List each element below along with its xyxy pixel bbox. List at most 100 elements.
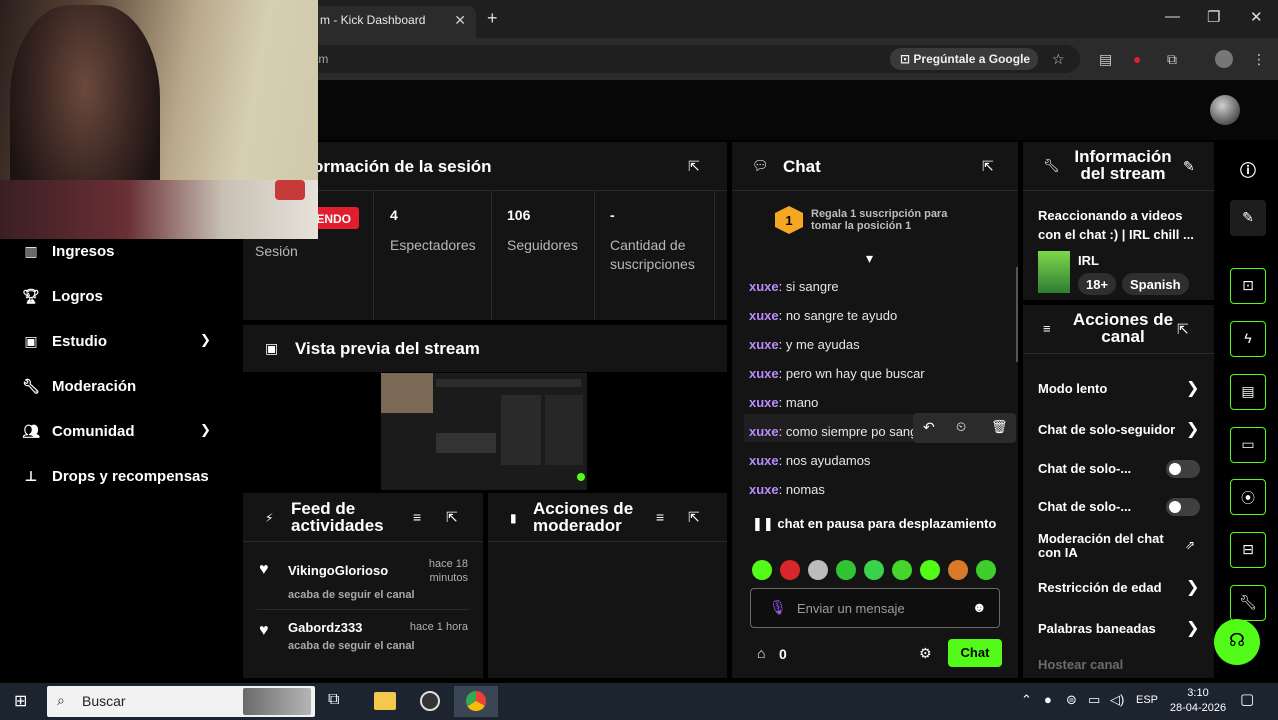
rail-chat-button[interactable]: ▭ (1230, 427, 1266, 463)
emote-icon[interactable] (808, 560, 828, 580)
send-chat-button[interactable]: Chat (948, 639, 1002, 667)
emote-only-toggle[interactable] (1166, 498, 1200, 516)
filter-icon[interactable]: ≡ (656, 509, 664, 525)
chevron-down-icon[interactable]: ❯ (200, 422, 211, 438)
new-tab-icon[interactable]: + (487, 8, 498, 29)
window-close-icon[interactable]: ✕ (1250, 8, 1263, 26)
tray-chevron-icon[interactable]: ⌃ (1021, 692, 1032, 708)
timeout-icon[interactable]: ⏲ (956, 419, 966, 435)
chat-username[interactable]: xuxe (749, 395, 779, 410)
chat-message[interactable]: xuxe: nos ayudamos (749, 453, 870, 468)
subs-only-toggle[interactable] (1166, 460, 1200, 478)
tag-language[interactable]: Spanish (1122, 273, 1189, 295)
chat-scrollbar[interactable] (1016, 267, 1018, 362)
ask-google-button[interactable]: ⊡ Pregúntale a Google (890, 48, 1039, 70)
filter-icon[interactable]: ≡ (413, 509, 421, 525)
nav-item-estudio[interactable]: ▣ Estudio (22, 329, 107, 353)
emote-icon[interactable] (920, 560, 940, 580)
support-headset-button[interactable]: ☊ (1214, 619, 1260, 665)
chat-username[interactable]: xuxe (749, 366, 779, 381)
emote-icon[interactable] (976, 560, 996, 580)
microphone-icon[interactable]: 🎙︎ (769, 599, 787, 616)
action-age-restriction[interactable]: Restricción de edad (1038, 580, 1162, 595)
rail-tools-button[interactable]: 🔧︎ (1230, 585, 1266, 621)
edit-mode-button[interactable]: ✎ (1230, 200, 1266, 236)
popout-icon[interactable]: ⇱ (688, 509, 700, 526)
nav-item-ingresos[interactable]: ▥ Ingresos (22, 239, 114, 263)
action-ai-moderation[interactable]: Moderación del chat con IA (1038, 532, 1178, 560)
expand-pinned-icon[interactable]: ▾ (866, 250, 873, 267)
chevron-right-icon[interactable]: ❯ (1186, 378, 1199, 398)
chat-username[interactable]: xuxe (749, 308, 779, 323)
store-icon[interactable]: ⌂ (757, 645, 765, 661)
chat-username[interactable]: xuxe (749, 279, 779, 294)
windows-start-icon[interactable]: ⊞ (14, 691, 27, 711)
chat-username[interactable]: xuxe (749, 482, 779, 497)
extension-red-icon[interactable]: ● (1133, 51, 1141, 67)
popout-icon[interactable]: ⇱ (446, 509, 458, 526)
user-avatar[interactable] (1210, 95, 1240, 125)
chat-paused-notice[interactable]: ❚❚ chat en pausa para desplazamiento (752, 516, 996, 532)
chat-message[interactable]: xuxe: y me ayudas (749, 337, 860, 352)
browser-menu-icon[interactable]: ⋮ (1252, 51, 1266, 68)
emote-icon[interactable] (780, 560, 800, 580)
rail-bolt-button[interactable]: ϟ (1230, 321, 1266, 357)
chat-message[interactable]: xuxe: mano (749, 395, 818, 410)
obs-icon[interactable] (408, 686, 452, 717)
reader-icon[interactable]: ▤ (1099, 51, 1112, 68)
nav-item-comunidad[interactable]: 👥︎ Comunidad (22, 419, 134, 443)
restore-icon[interactable]: ❐ (1207, 8, 1220, 26)
category-thumbnail[interactable] (1038, 251, 1070, 293)
feed-user[interactable]: VikingoGlorioso (288, 563, 388, 578)
gift-text[interactable]: Regala 1 suscripción para tomar la posic… (811, 208, 961, 232)
emote-icon[interactable] (752, 560, 772, 580)
chat-message[interactable]: xuxe: pero wn hay que buscar (749, 366, 925, 381)
extensions-puzzle-icon[interactable]: ⧉ (1167, 51, 1177, 68)
chat-username[interactable]: xuxe (749, 337, 779, 352)
browser-tab[interactable]: m - Kick Dashboard ✕ (300, 6, 476, 38)
info-icon[interactable]: ⓘ (1240, 157, 1256, 181)
file-explorer-icon[interactable] (362, 686, 406, 717)
chevron-down-icon[interactable]: ❯ (200, 332, 211, 348)
emote-icon[interactable] (864, 560, 884, 580)
emote-icon[interactable] (892, 560, 912, 580)
chevron-right-icon[interactable]: ❯ (1186, 419, 1199, 439)
action-host-channel[interactable]: Hostear canal (1038, 657, 1123, 672)
chat-input[interactable]: 🎙︎ Enviar un mensaje ☻ (750, 588, 1000, 628)
chat-username[interactable]: xuxe (749, 453, 779, 468)
category-name[interactable]: IRL (1078, 253, 1099, 268)
popout-icon[interactable]: ⇱ (1177, 321, 1189, 338)
external-link-icon[interactable]: ⇗ (1185, 538, 1195, 552)
chat-message[interactable]: xuxe: nomas (749, 482, 825, 497)
chevron-right-icon[interactable]: ❯ (1186, 577, 1199, 597)
feed-user[interactable]: Gabordz333 (288, 620, 362, 635)
emote-icon[interactable] (836, 560, 856, 580)
popout-icon[interactable]: ⇱ (688, 158, 700, 175)
emoji-icon[interactable]: ☻ (972, 599, 987, 615)
edit-pencil-icon[interactable]: ✎ (1183, 158, 1195, 175)
language-indicator[interactable]: ESP (1136, 694, 1158, 706)
clock[interactable]: 3:10 28-04-2026 (1167, 686, 1229, 716)
rail-broadcast-button[interactable]: ⦿ (1230, 479, 1266, 515)
stream-preview-image[interactable] (381, 373, 587, 490)
chat-message[interactable]: xuxe: si sangre (749, 279, 839, 294)
chat-message[interactable]: xuxe: como siempre po sang (749, 424, 919, 439)
task-view-icon[interactable]: ⧉ (328, 691, 339, 709)
taskbar-search[interactable]: ⌕ Buscar (47, 686, 315, 717)
rail-clip-button[interactable]: ⊡ (1230, 268, 1266, 304)
rail-notes-button[interactable]: ▤ (1230, 374, 1266, 410)
chat-username[interactable]: xuxe (749, 424, 779, 439)
chrome-icon[interactable] (454, 686, 498, 717)
action-banned-words[interactable]: Palabras baneadas (1038, 621, 1156, 636)
action-slow-mode[interactable]: Modo lento (1038, 381, 1107, 396)
bookmark-star-icon[interactable]: ☆ (1052, 51, 1065, 68)
undo-icon[interactable]: ↶ (923, 419, 935, 436)
close-tab-icon[interactable]: ✕ (454, 12, 466, 29)
nav-item-logros[interactable]: 🏆︎ Logros (22, 284, 103, 308)
chat-message[interactable]: xuxe: no sangre te ayudo (749, 308, 897, 323)
rail-layout-button[interactable]: ⊟ (1230, 532, 1266, 568)
mic-tray-icon[interactable]: ● (1044, 692, 1052, 707)
minimize-icon[interactable]: — (1165, 8, 1180, 25)
battery-icon[interactable]: ▭ (1088, 692, 1100, 708)
trash-icon[interactable]: 🗑︎ (991, 419, 1008, 435)
